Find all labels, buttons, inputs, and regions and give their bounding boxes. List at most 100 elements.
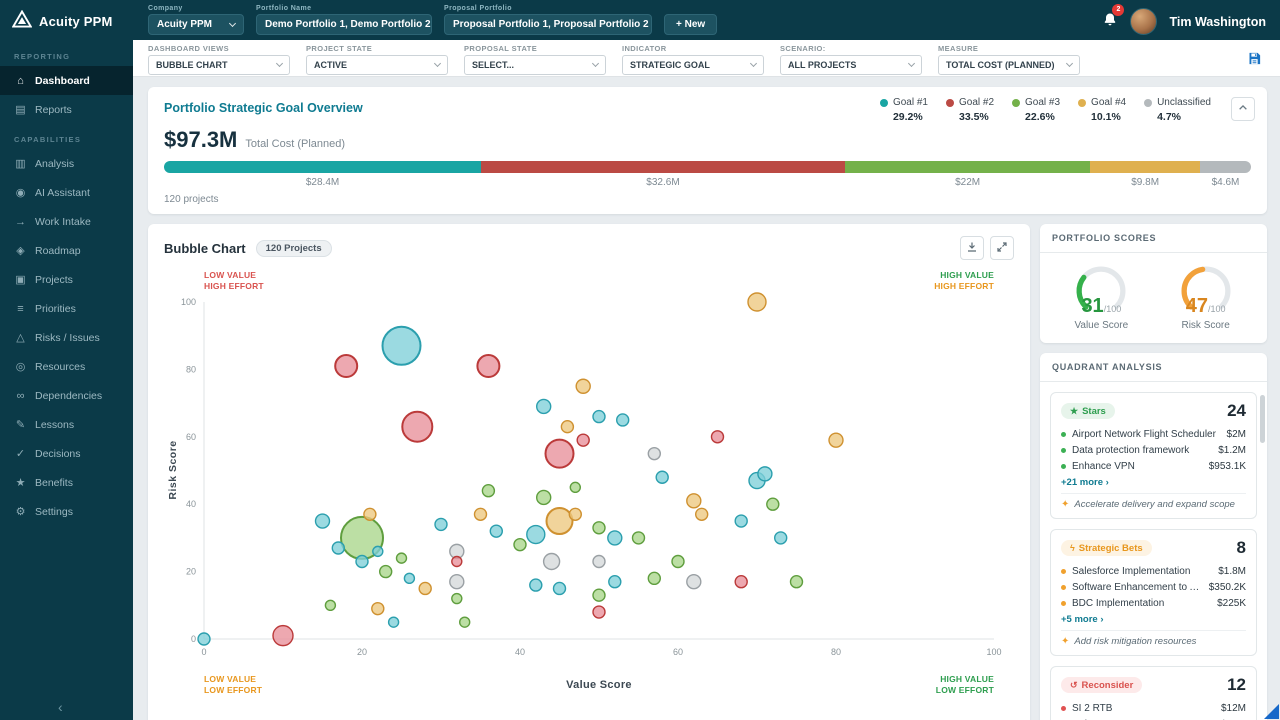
- quadrant-project-row[interactable]: SI 2 RTB $12M: [1061, 700, 1246, 716]
- bubble[interactable]: [592, 605, 606, 619]
- sidebar-item-dependencies[interactable]: ∞ Dependencies: [0, 381, 133, 410]
- bubble[interactable]: [568, 507, 582, 522]
- bubble[interactable]: [381, 325, 422, 366]
- bubble[interactable]: [314, 513, 331, 529]
- bubble[interactable]: [324, 599, 337, 612]
- sidebar-item-dashboard[interactable]: ⌂ Dashboard: [0, 66, 133, 95]
- bubble[interactable]: [434, 517, 448, 532]
- bubble[interactable]: [372, 545, 384, 558]
- sidebar-item-analysis[interactable]: ▥ Analysis: [0, 149, 133, 178]
- portfolio-select-box[interactable]: Demo Portfolio 1, Demo Portfolio 2: [256, 14, 432, 35]
- bubble[interactable]: [671, 554, 685, 569]
- bubble[interactable]: [513, 538, 527, 552]
- quadrant-more-link[interactable]: +21 more ›: [1061, 477, 1246, 488]
- bubble[interactable]: [449, 574, 465, 590]
- bubble[interactable]: [355, 554, 369, 569]
- bubble[interactable]: [378, 564, 393, 579]
- bubble[interactable]: [575, 378, 591, 395]
- download-chart-button[interactable]: [960, 236, 984, 260]
- sidebar-item-reports[interactable]: ▤ Reports: [0, 95, 133, 124]
- quadrant-scrollbar[interactable]: [1260, 395, 1265, 443]
- sidebar-item-risks-issues[interactable]: △ Risks / Issues: [0, 323, 133, 352]
- sidebar-item-benefits[interactable]: ★ Benefits: [0, 468, 133, 497]
- bubble[interactable]: [560, 420, 575, 434]
- bubble[interactable]: [542, 552, 561, 571]
- sidebar-item-projects[interactable]: ▣ Projects: [0, 265, 133, 294]
- bubble[interactable]: [334, 354, 359, 379]
- bubble[interactable]: [363, 507, 377, 522]
- expand-chart-button[interactable]: [990, 236, 1014, 260]
- bubble[interactable]: [766, 497, 780, 511]
- sidebar-item-lessons[interactable]: ✎ Lessons: [0, 410, 133, 439]
- bubble[interactable]: [616, 413, 630, 427]
- quadrant-project-row[interactable]: Software Enhancement to Auton... $350.2K: [1061, 579, 1246, 595]
- sidebar-item-ai-assistant[interactable]: ◉ AI Assistant: [0, 178, 133, 207]
- bubble[interactable]: [552, 581, 567, 596]
- filter-select-proposal-state[interactable]: SELECT...: [464, 55, 606, 75]
- quadrant-project-row[interactable]: BDC Implementation $225K: [1061, 595, 1246, 611]
- bubble[interactable]: [647, 571, 661, 586]
- bubble[interactable]: [526, 524, 546, 545]
- company-select-box[interactable]: Acuity PPM: [148, 14, 244, 35]
- bubble[interactable]: [655, 470, 669, 485]
- bubble[interactable]: [197, 632, 211, 646]
- bubble[interactable]: [476, 354, 501, 379]
- bubble[interactable]: [387, 616, 400, 628]
- quadrant-project-row[interactable]: Relocate HQ$10M: [1061, 716, 1246, 720]
- bubble[interactable]: [608, 575, 622, 589]
- avatar[interactable]: [1130, 8, 1158, 35]
- quadrant-project-row[interactable]: Salesforce Implementation $1.8M: [1061, 563, 1246, 579]
- bubble[interactable]: [734, 575, 748, 589]
- bubble[interactable]: [592, 588, 606, 602]
- bubble[interactable]: [828, 432, 844, 448]
- corner-widget-triangle[interactable]: [1264, 704, 1279, 719]
- bubble[interactable]: [569, 481, 581, 494]
- filter-select-dashboard-views[interactable]: BUBBLE CHART: [148, 55, 290, 75]
- notifications-button[interactable]: 2: [1102, 3, 1125, 33]
- bubble[interactable]: [451, 555, 463, 568]
- bubble[interactable]: [403, 572, 416, 585]
- bubble[interactable]: [686, 574, 702, 590]
- sidebar-item-settings[interactable]: ⚙ Settings: [0, 497, 133, 526]
- bubble[interactable]: [576, 433, 590, 447]
- filter-select-scenario[interactable]: ALL PROJECTS: [780, 55, 922, 75]
- bubble[interactable]: [331, 541, 346, 555]
- sidebar-collapse-button[interactable]: ‹: [50, 697, 71, 717]
- sidebar-item-roadmap[interactable]: ◈ Roadmap: [0, 236, 133, 265]
- bubble[interactable]: [647, 447, 661, 461]
- quadrant-badge[interactable]: ↺ Reconsider: [1061, 677, 1143, 693]
- bubble[interactable]: [592, 521, 606, 535]
- bubble[interactable]: [607, 530, 623, 546]
- quadrant-project-row[interactable]: Enhance VPN $953.1K: [1061, 458, 1246, 474]
- proposal-portfolio-select-box[interactable]: Proposal Portfolio 1, Proposal Portfolio…: [444, 14, 652, 35]
- quadrant-badge[interactable]: ★ Stars: [1061, 403, 1115, 419]
- bubble[interactable]: [544, 438, 575, 469]
- quadrant-badge[interactable]: ϟ Strategic Bets: [1061, 540, 1152, 556]
- bubble[interactable]: [774, 531, 788, 545]
- bubble[interactable]: [401, 410, 434, 443]
- bubble[interactable]: [545, 507, 574, 536]
- bubble[interactable]: [459, 616, 471, 628]
- bubble[interactable]: [395, 552, 408, 564]
- bubble[interactable]: [451, 592, 463, 605]
- save-view-button[interactable]: [1243, 47, 1266, 73]
- sidebar-item-decisions[interactable]: ✓ Decisions: [0, 439, 133, 468]
- bubble[interactable]: [710, 430, 725, 444]
- sidebar-item-resources[interactable]: ◎ Resources: [0, 352, 133, 381]
- bubble[interactable]: [371, 602, 385, 616]
- bubble[interactable]: [592, 409, 606, 424]
- overview-collapse-button[interactable]: [1231, 97, 1255, 121]
- quadrant-project-row[interactable]: Airport Network Flight Scheduler $2M: [1061, 426, 1246, 442]
- bubble[interactable]: [747, 292, 767, 312]
- bubble[interactable]: [757, 466, 773, 482]
- filter-select-measure[interactable]: TOTAL COST (PLANNED): [938, 55, 1080, 75]
- new-button[interactable]: + New: [664, 14, 718, 35]
- bubble[interactable]: [481, 484, 496, 498]
- filter-select-indicator[interactable]: STRATEGIC GOAL: [622, 55, 764, 75]
- bubble[interactable]: [529, 578, 543, 592]
- bubble[interactable]: [536, 398, 552, 415]
- bubble[interactable]: [734, 514, 748, 528]
- filter-select-project-state[interactable]: ACTIVE: [306, 55, 448, 75]
- bubble[interactable]: [686, 493, 702, 509]
- bubble[interactable]: [489, 524, 503, 538]
